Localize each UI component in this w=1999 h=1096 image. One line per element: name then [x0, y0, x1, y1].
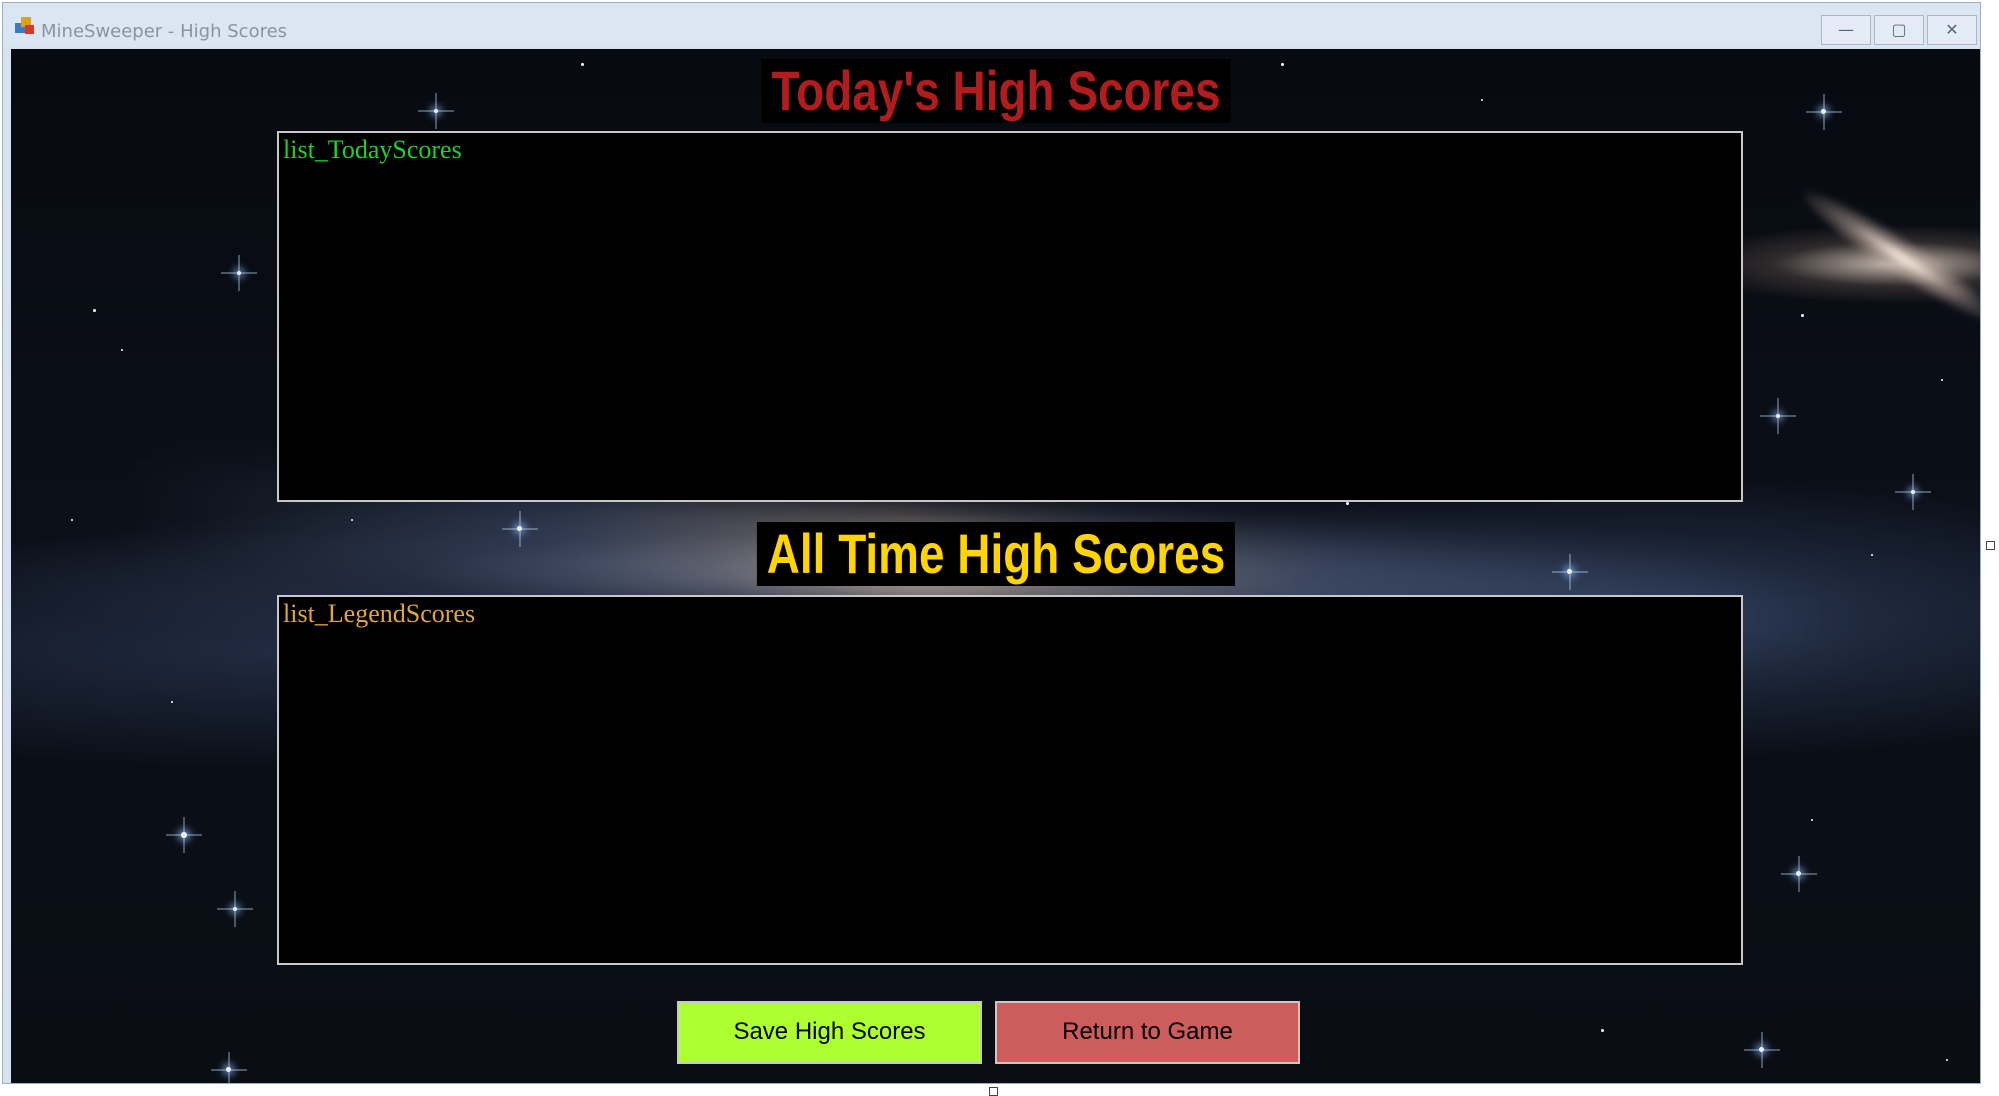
star — [1759, 1047, 1764, 1052]
high-scores-window: MineSweeper - High Scores — ▢ ✕ Today's … — [2, 2, 1981, 1084]
right-resize-handle[interactable] — [1986, 541, 1995, 550]
maximize-button[interactable]: ▢ — [1874, 15, 1924, 45]
star — [1811, 819, 1813, 821]
today-high-scores-heading: Today's High Scores — [761, 59, 1230, 123]
save-high-scores-button[interactable]: Save High Scores — [677, 1001, 982, 1064]
minimize-icon: — — [1838, 20, 1854, 39]
star — [237, 271, 241, 275]
window-title: MineSweeper - High Scores — [41, 21, 288, 42]
legend-scores-list-label: list_LegendScores — [283, 599, 476, 628]
star — [1911, 490, 1915, 494]
minimize-button[interactable]: — — [1821, 15, 1871, 45]
star — [1796, 871, 1801, 876]
app-icon — [15, 17, 35, 35]
spiral-galaxy — [1794, 179, 1980, 335]
star — [121, 349, 123, 351]
star — [1776, 414, 1780, 418]
star — [1481, 99, 1483, 101]
star — [93, 309, 96, 312]
title-bar[interactable]: MineSweeper - High Scores — ▢ ✕ — [3, 3, 1980, 47]
today-scores-list[interactable]: list_TodayScores — [277, 131, 1743, 502]
star — [226, 1067, 231, 1072]
return-to-game-button[interactable]: Return to Game — [995, 1001, 1300, 1064]
star — [1801, 314, 1804, 317]
star — [1601, 1029, 1604, 1032]
space-background: Today's High Scores list_TodayScores All… — [11, 49, 1980, 1083]
star — [517, 526, 522, 531]
star — [581, 63, 584, 66]
today-scores-list-label: list_TodayScores — [283, 135, 462, 164]
star — [171, 701, 173, 703]
legend-scores-list[interactable]: list_LegendScores — [277, 595, 1743, 965]
star — [1941, 379, 1943, 381]
star — [1346, 502, 1349, 505]
star — [1946, 1059, 1948, 1061]
maximize-icon: ▢ — [1891, 20, 1907, 39]
star — [434, 109, 438, 113]
star — [181, 832, 187, 838]
close-button[interactable]: ✕ — [1927, 15, 1977, 45]
star — [1821, 109, 1826, 114]
star — [1567, 569, 1572, 574]
bottom-resize-handle[interactable] — [989, 1087, 998, 1096]
star — [71, 519, 73, 521]
star — [233, 907, 237, 911]
close-icon: ✕ — [1945, 20, 1959, 39]
all-time-high-scores-heading: All Time High Scores — [756, 522, 1235, 586]
star — [351, 519, 353, 521]
star — [1281, 63, 1284, 66]
star — [1871, 554, 1873, 556]
